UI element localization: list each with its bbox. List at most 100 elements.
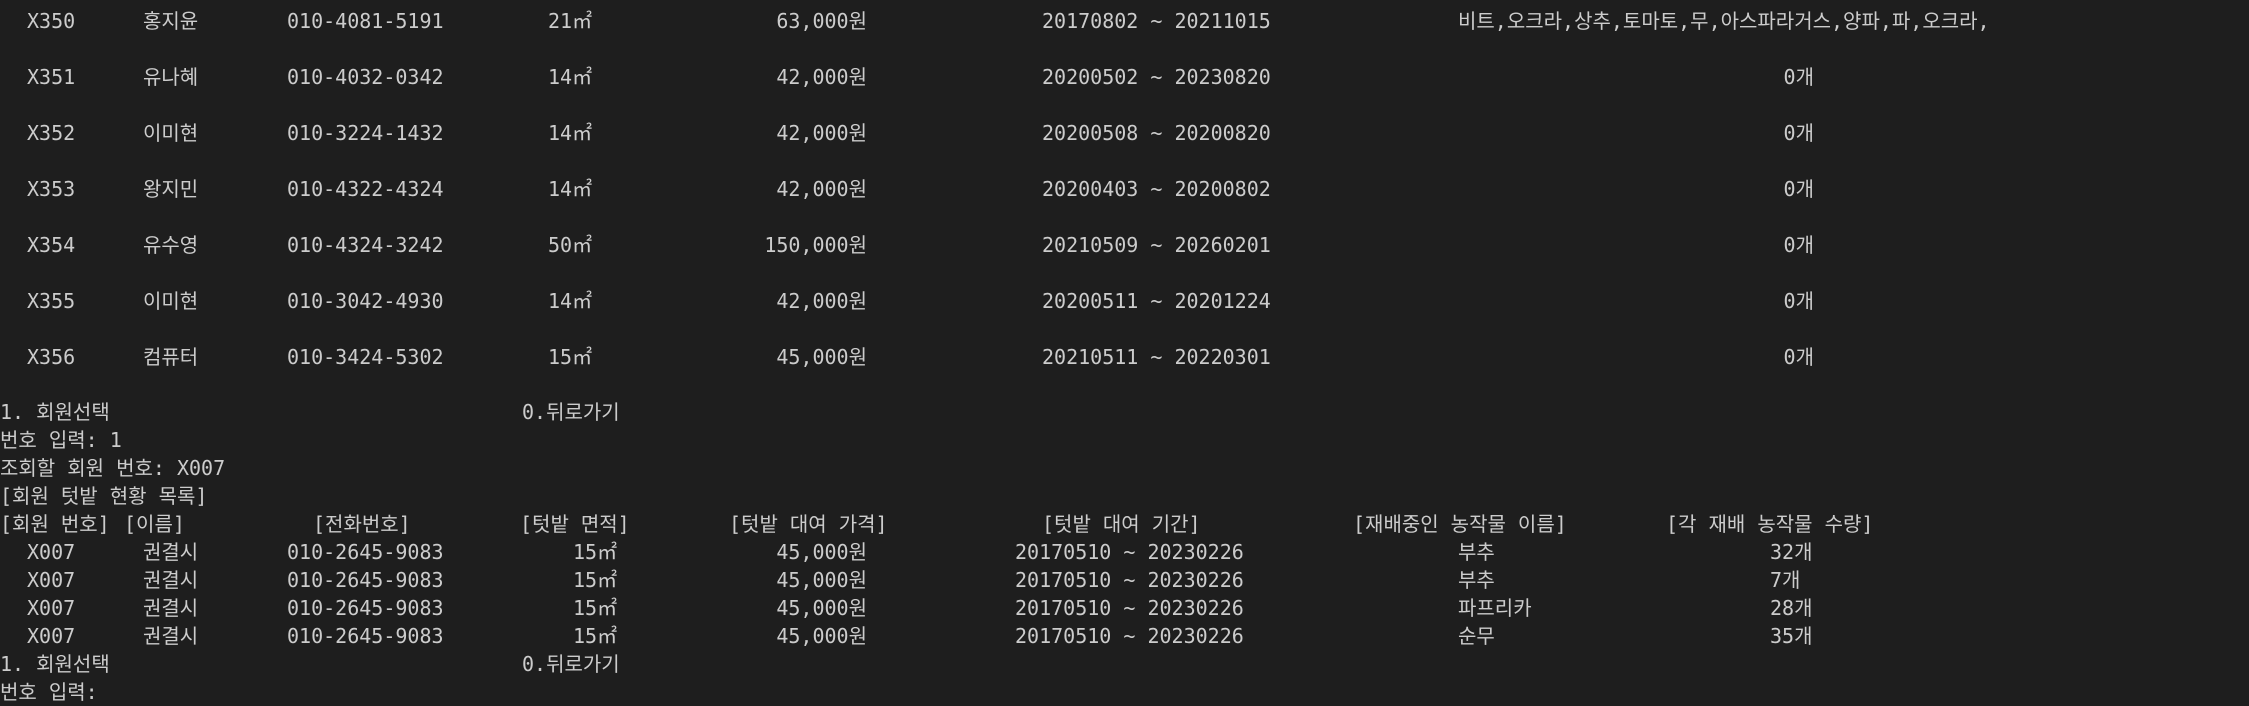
table-row: X354 유수영 010-4324-3242 50㎡ 150,000원 2021… — [0, 231, 2249, 259]
rental-price: 45,000원 — [776, 345, 867, 369]
plot-area: 15㎡ — [548, 345, 593, 369]
rental-price: 150,000원 — [764, 233, 867, 257]
crop-qty: 32개 — [1770, 540, 1813, 564]
header-member-no: [회원 번호] — [0, 512, 110, 536]
rental-price: 45,000원 — [776, 624, 867, 648]
member-id: X007 — [27, 624, 76, 648]
member-phone: 010-4324-3242 — [287, 233, 444, 257]
rental-period: 20170510 ~ 20230226 — [1015, 568, 1244, 592]
member-phone: 010-3224-1432 — [287, 121, 444, 145]
member-id: X356 — [27, 345, 76, 369]
plot-area: 15㎡ — [573, 624, 618, 648]
plot-area: 21㎡ — [548, 9, 593, 33]
rental-price: 63,000원 — [776, 9, 867, 33]
detail-header-row: [회원 번호] [이름] [전화번호] [텃밭 면적] [텃밭 대여 가격] [… — [0, 510, 2249, 538]
member-name: 이미현 — [143, 121, 199, 145]
rental-price: 42,000원 — [776, 177, 867, 201]
crop-count: 0개 — [1783, 121, 1814, 145]
detail-row: X007 권결시 010-2645-9083 15㎡ 45,000원 20170… — [0, 594, 2249, 622]
member-name: 권결시 — [143, 540, 199, 564]
crop-count: 0개 — [1783, 177, 1814, 201]
member-phone: 010-2645-9083 — [287, 596, 444, 620]
menu-back: 0.뒤로가기 — [522, 652, 620, 676]
member-name: 유수영 — [143, 233, 199, 257]
rental-price: 45,000원 — [776, 540, 867, 564]
rental-period: 20200511 ~ 20201224 — [1042, 289, 1271, 313]
member-name: 권결시 — [143, 596, 199, 620]
member-id: X007 — [27, 596, 76, 620]
rental-period: 20200502 ~ 20230820 — [1042, 65, 1271, 89]
member-phone: 010-2645-9083 — [287, 624, 444, 648]
plot-area: 15㎡ — [573, 596, 618, 620]
member-id: X355 — [27, 289, 76, 313]
header-phone: [전화번호] — [313, 512, 411, 536]
menu-select-member: 1. 회원선택 — [0, 652, 110, 676]
rental-price: 42,000원 — [776, 121, 867, 145]
member-name: 이미현 — [143, 289, 199, 313]
crop-list: 비트,오크라,상추,토마토,무,아스파라거스,양파,파,오크라, — [1458, 9, 1990, 33]
plot-area: 15㎡ — [573, 540, 618, 564]
crop-qty: 7개 — [1770, 568, 1801, 592]
table-row: X350 홍지윤 010-4081-5191 21㎡ 63,000원 20170… — [0, 7, 2249, 35]
table-row: X352 이미현 010-3224-1432 14㎡ 42,000원 20200… — [0, 119, 2249, 147]
crop-name: 부추 — [1458, 568, 1495, 592]
crop-qty: 28개 — [1770, 596, 1813, 620]
rental-period: 20170802 ~ 20211015 — [1042, 9, 1271, 33]
member-id: X350 — [27, 9, 76, 33]
table-row: X356 컴퓨터 010-3424-5302 15㎡ 45,000원 20210… — [0, 343, 2249, 371]
member-phone: 010-4322-4324 — [287, 177, 444, 201]
crop-name: 부추 — [1458, 540, 1495, 564]
header-crop-name: [재배중인 농작물 이름] — [1353, 512, 1567, 536]
rental-period: 20200403 ~ 20200802 — [1042, 177, 1271, 201]
plot-area: 14㎡ — [548, 289, 593, 313]
member-phone: 010-4081-5191 — [287, 9, 444, 33]
rental-price: 45,000원 — [776, 568, 867, 592]
crop-name: 순무 — [1458, 624, 1495, 648]
rental-price: 42,000원 — [776, 65, 867, 89]
member-id: X353 — [27, 177, 76, 201]
header-period: [텃밭 대여 기간] — [1042, 512, 1201, 536]
header-name: [이름] — [124, 512, 185, 536]
member-name: 유나혜 — [143, 65, 199, 89]
plot-area: 14㎡ — [548, 65, 593, 89]
list-title: [회원 텃밭 현황 목록] — [0, 484, 208, 508]
member-id: X007 — [27, 540, 76, 564]
member-id: X007 — [27, 568, 76, 592]
member-name: 권결시 — [143, 624, 199, 648]
crop-qty: 35개 — [1770, 624, 1813, 648]
member-phone: 010-2645-9083 — [287, 568, 444, 592]
table-row: X351 유나혜 010-4032-0342 14㎡ 42,000원 20200… — [0, 63, 2249, 91]
crop-count: 0개 — [1783, 289, 1814, 313]
member-id: X352 — [27, 121, 76, 145]
member-id: X351 — [27, 65, 76, 89]
number-input-prompt: 번호 입력: 1 — [0, 428, 122, 452]
crop-name: 파프리카 — [1458, 596, 1532, 620]
rental-price: 42,000원 — [776, 289, 867, 313]
detail-row: X007 권결시 010-2645-9083 15㎡ 45,000원 20170… — [0, 622, 2249, 650]
plot-area: 50㎡ — [548, 233, 593, 257]
plot-area: 15㎡ — [573, 568, 618, 592]
member-query-prompt: 조회할 회원 번호: X007 — [0, 456, 226, 480]
header-area: [텃밭 면적] — [520, 512, 630, 536]
table-row: X353 왕지민 010-4322-4324 14㎡ 42,000원 20200… — [0, 175, 2249, 203]
menu-line: 1. 회원선택 0.뒤로가기 — [0, 650, 2249, 678]
header-crop-qty: [각 재배 농작물 수량] — [1666, 512, 1874, 536]
rental-period: 20200508 ~ 20200820 — [1042, 121, 1271, 145]
rental-period: 20210511 ~ 20220301 — [1042, 345, 1271, 369]
member-phone: 010-2645-9083 — [287, 540, 444, 564]
member-name: 컴퓨터 — [143, 345, 199, 369]
member-phone: 010-4032-0342 — [287, 65, 444, 89]
rental-period: 20170510 ~ 20230226 — [1015, 596, 1244, 620]
member-name: 홍지윤 — [143, 9, 199, 33]
menu-line: 1. 회원선택 0.뒤로가기 — [0, 398, 2249, 426]
menu-select-member: 1. 회원선택 — [0, 400, 110, 424]
detail-row: X007 권결시 010-2645-9083 15㎡ 45,000원 20170… — [0, 538, 2249, 566]
number-input-prompt[interactable]: 번호 입력: — [0, 678, 98, 706]
menu-back: 0.뒤로가기 — [522, 400, 620, 424]
member-id: X354 — [27, 233, 76, 257]
member-phone: 010-3424-5302 — [287, 345, 444, 369]
crop-count: 0개 — [1783, 233, 1814, 257]
plot-area: 14㎡ — [548, 121, 593, 145]
rental-price: 45,000원 — [776, 596, 867, 620]
rental-period: 20170510 ~ 20230226 — [1015, 540, 1244, 564]
